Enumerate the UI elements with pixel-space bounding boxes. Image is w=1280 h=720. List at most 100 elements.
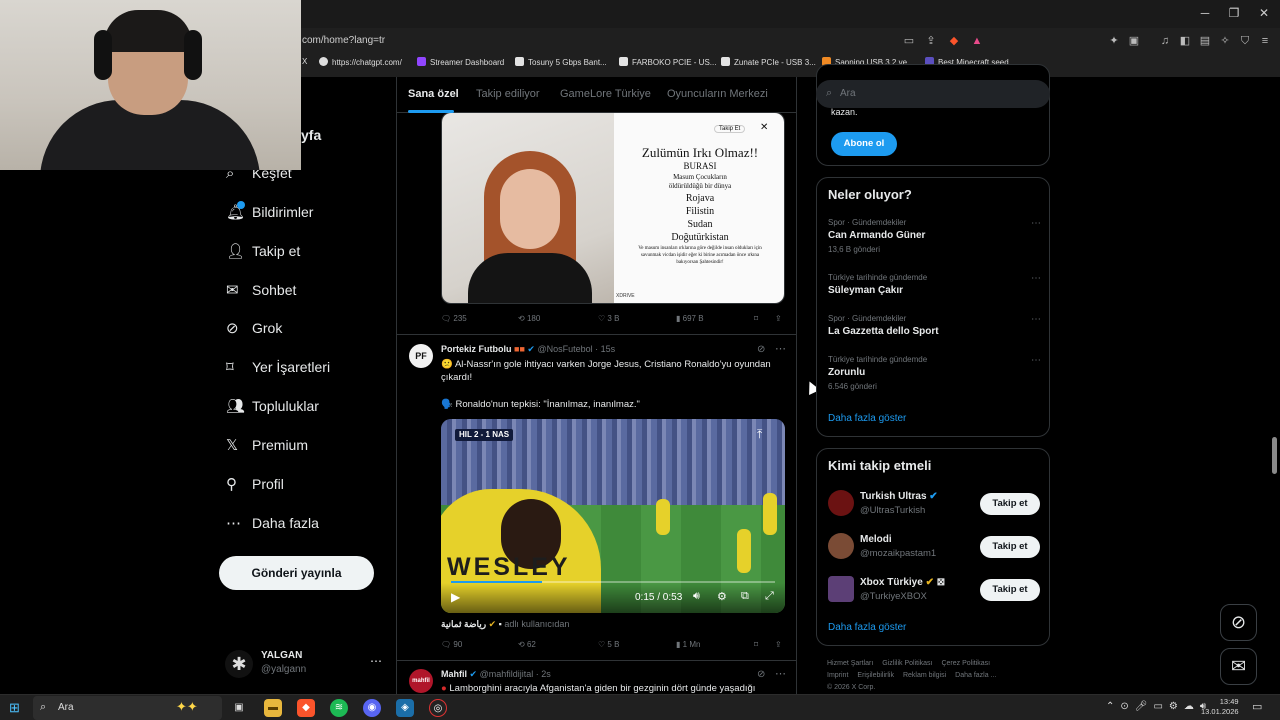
trend-more-icon[interactable]: ⋯ <box>1031 218 1041 229</box>
follow-suggestion[interactable]: Melodi @mozaikpastam1 Takip et <box>817 532 1051 566</box>
video-source[interactable]: رياضة ثمانية ✔ ▪ adlı kullanıcıdan <box>441 619 569 630</box>
address-bar[interactable]: com/home?lang=tr <box>300 30 990 52</box>
cast-icon[interactable]: ▭ <box>902 34 916 48</box>
share-post-icon[interactable]: ⇪ <box>775 314 782 323</box>
follow-suggestion[interactable]: Turkish Ultras ✔ @UltrasTurkish Takip et <box>817 489 1051 523</box>
post-media-image[interactable]: Takip Et ✕ Zulümün Irkı Olmaz!! BURASI M… <box>441 112 785 304</box>
nav-item-more[interactable]: ⋯ Daha fazla <box>218 508 319 538</box>
post-avatar[interactable]: PF <box>409 344 433 368</box>
page-scrollbar[interactable] <box>1272 437 1277 474</box>
bookmark-tosuny[interactable]: Tosuny 5 Gbps Bant... <box>515 57 607 67</box>
video-player[interactable]: WESLEY HIL 2 - 1 NAS ⤒ ▶ 0:15 / 0:53 🔊︎ … <box>441 419 785 613</box>
play-icon[interactable]: ▶ <box>451 590 460 604</box>
menu-icon[interactable]: ≡ <box>1258 34 1272 48</box>
discord-icon[interactable]: ◉ <box>363 699 381 717</box>
fullscreen-icon[interactable]: ⤢ <box>765 590 774 603</box>
show-more-suggestions[interactable]: Daha fazla göster <box>828 622 906 633</box>
nav-item-follow[interactable]: 👤︎ Takip et <box>218 236 300 266</box>
minimize-icon[interactable]: ─ <box>1195 6 1215 22</box>
notification-center-icon[interactable]: ▭ <box>1252 700 1262 713</box>
trend-item[interactable]: Spor · Gündemdekiler Can Armando Güner 1… <box>817 216 1051 258</box>
footer-link[interactable]: Hizmet Şartları <box>827 660 873 667</box>
nav-item-notifications[interactable]: 🔔︎ Bildirimler <box>218 197 313 227</box>
pip-icon[interactable]: ⧉ <box>741 590 749 603</box>
taskbar-clock[interactable]: 13:49 13.01.2026 <box>1201 697 1239 717</box>
follow-button[interactable]: Takip et <box>980 493 1040 515</box>
app-icon[interactable]: ◈ <box>396 699 414 717</box>
nav-item-bookmarks[interactable]: ⌑ Yer İşaretleri <box>218 352 330 382</box>
nav-item-grok[interactable]: ⊘ Grok <box>218 313 282 343</box>
footer-link[interactable]: Reklam bilgisi <box>903 672 946 679</box>
like-button[interactable]: ♡ 5 B <box>598 640 619 649</box>
brave-icon[interactable]: ◆ <box>297 699 315 717</box>
reply-button[interactable]: 🗨︎ 90 <box>441 640 462 649</box>
post-more-icon[interactable]: ⋯ <box>775 667 786 680</box>
tab-search-icon[interactable]: ▣ <box>1127 34 1141 48</box>
file-explorer-icon[interactable]: ▬ <box>264 699 282 717</box>
post-more-icon[interactable]: ⋯ <box>775 342 786 355</box>
grok-fab-icon[interactable]: ⊘ <box>1220 604 1257 641</box>
trend-more-icon[interactable]: ⋯ <box>1031 355 1041 366</box>
windows-start-icon[interactable]: ⊞ <box>9 700 20 716</box>
leo-icon[interactable]: ✧ <box>1218 34 1232 48</box>
follow-button[interactable]: Takip et <box>980 536 1040 558</box>
restore-icon[interactable]: ❐ <box>1224 6 1244 22</box>
footer-link[interactable]: Imprint <box>827 672 848 679</box>
brave-shield-icon[interactable]: ◆ <box>947 34 961 48</box>
post-avatar[interactable]: mahfil <box>409 669 433 693</box>
video-progress[interactable] <box>451 581 775 583</box>
subscribe-button[interactable]: Abone ol <box>831 132 897 156</box>
tab-following[interactable]: Takip ediliyor <box>476 88 540 100</box>
volume-icon[interactable]: 🔊︎ <box>693 590 700 603</box>
grok-post-icon[interactable]: ⊘ <box>757 669 765 680</box>
bookmark-x[interactable]: X <box>302 57 307 66</box>
post-author[interactable]: Portekiz Futbolu ■■ ✔ @NosFutebol · 15s <box>441 344 615 355</box>
trend-item[interactable]: Spor · Gündemdekiler La Gazzetta dello S… <box>817 312 1051 342</box>
views-button[interactable]: ▮ 1 Mn <box>676 640 700 649</box>
share-post-icon[interactable]: ⇪ <box>775 640 782 649</box>
footer-link[interactable]: Gizlilik Politikası <box>882 660 932 667</box>
repost-button[interactable]: ⟲ 180 <box>518 314 540 323</box>
media-icon[interactable]: ♫ <box>1158 34 1172 48</box>
footer-link[interactable]: Çerez Politikası <box>941 660 990 667</box>
bookmark-post-icon[interactable]: ⌑ <box>754 314 758 323</box>
grok-post-icon[interactable]: ⊘ <box>757 344 765 355</box>
nav-item-chat[interactable]: ✉ Sohbet <box>218 275 296 305</box>
trend-item[interactable]: Türkiye tarihinde gündemde Süleyman Çakı… <box>817 271 1051 301</box>
brave-rewards-icon[interactable]: ▲ <box>970 34 984 48</box>
task-view-icon[interactable]: ▣ <box>230 699 248 717</box>
bookmark-chatgpt[interactable]: https://chatgpt.com/ <box>319 57 402 67</box>
extensions-icon[interactable]: ✦ <box>1107 34 1121 48</box>
spotify-icon[interactable]: ≋ <box>330 699 348 717</box>
nav-item-premium[interactable]: 𝕏 Premium <box>218 430 308 460</box>
trend-more-icon[interactable]: ⋯ <box>1031 273 1041 284</box>
footer-link[interactable]: Daha fazla ... <box>955 672 996 679</box>
account-switcher[interactable]: ✱ YALGAN @yalgann ⋯ <box>225 648 385 682</box>
follow-button[interactable]: Takip et <box>980 579 1040 601</box>
obs-icon[interactable]: ◎ <box>429 699 447 717</box>
system-tray-icons[interactable]: ⌃⊙🎤︎▭⚙☁🔊︎ <box>1106 701 1212 712</box>
trend-more-icon[interactable]: ⋯ <box>1031 314 1041 325</box>
nav-item-communities[interactable]: 👥︎ Topluluklar <box>218 391 319 421</box>
post-button[interactable]: Gönderi yayınla <box>219 556 374 590</box>
tab-for-you[interactable]: Sana özel <box>408 88 459 100</box>
nav-item-profile[interactable]: ⚲ Profil <box>218 469 284 499</box>
views-button[interactable]: ▮ 697 B <box>676 314 704 323</box>
repost-button[interactable]: ⟲ 62 <box>518 640 536 649</box>
show-more-trends[interactable]: Daha fazla göster <box>828 413 906 424</box>
vpn-icon[interactable]: ⛉ <box>1238 34 1252 48</box>
bookmark-post-icon[interactable]: ⌑ <box>754 640 758 649</box>
post-author[interactable]: Mahfil ✔ @mahfildijital · 2s <box>441 669 551 680</box>
wallet-icon[interactable]: ▤ <box>1198 34 1212 48</box>
sidebar-toggle-icon[interactable]: ◧ <box>1178 34 1192 48</box>
follow-suggestion[interactable]: Xbox Türkiye ✔ ⊠ @TurkiyeXBOX Takip et <box>817 575 1051 609</box>
like-button[interactable]: ♡ 3 B <box>598 314 619 323</box>
bookmark-farboko[interactable]: FARBOKO PCIE - US... <box>619 57 716 67</box>
tab-gamelore[interactable]: GameLore Türkiye <box>560 88 651 100</box>
trend-item[interactable]: Türkiye tarihinde gündemde Zorunlu 6.546… <box>817 353 1051 395</box>
messages-fab-icon[interactable]: ✉ <box>1220 648 1257 685</box>
share-icon[interactable]: ⇪ <box>924 34 938 48</box>
tab-oyuncularin-merkezi[interactable]: Oyuncuların Merkezi <box>667 88 768 100</box>
reply-button[interactable]: 🗨︎ 235 <box>441 314 467 323</box>
bookmark-streamer-dashboard[interactable]: Streamer Dashboard <box>417 57 504 67</box>
